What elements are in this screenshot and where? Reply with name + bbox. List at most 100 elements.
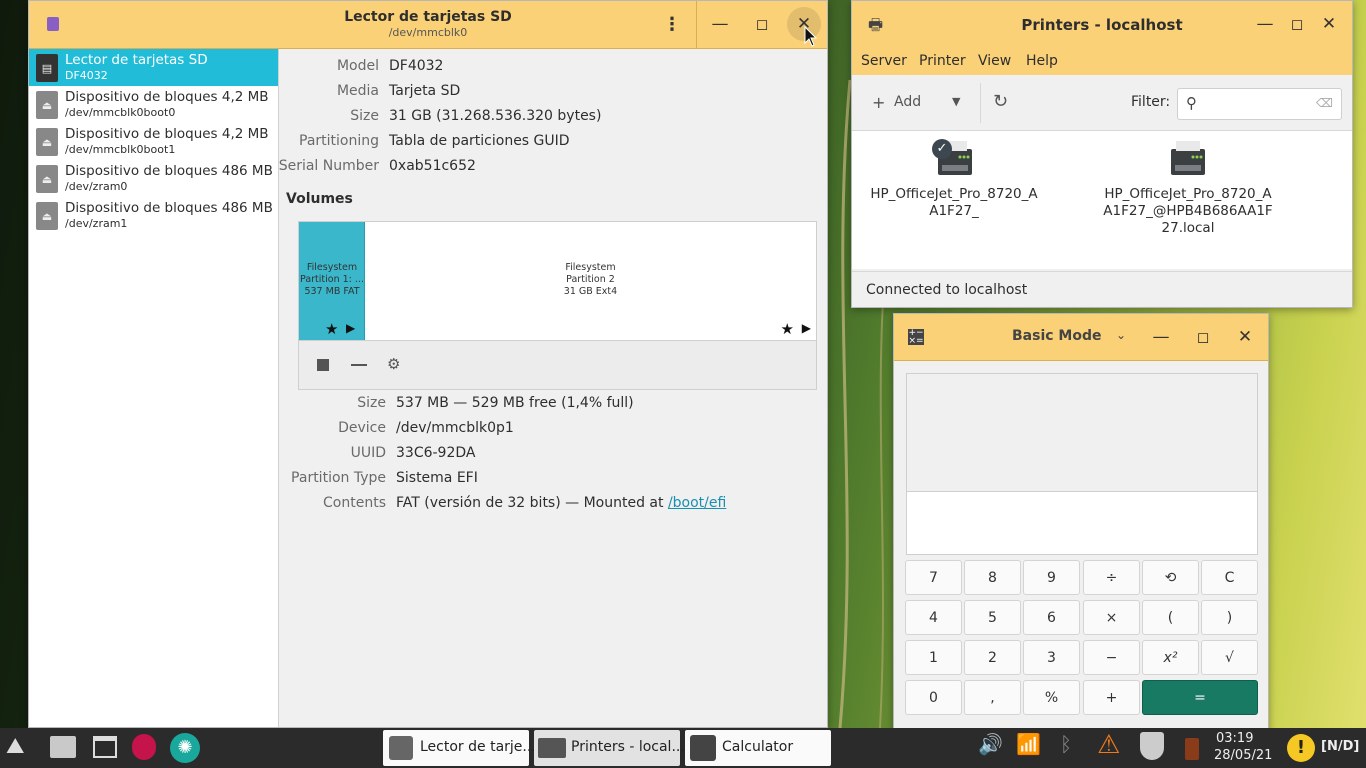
filter-input[interactable]: ⚲ ⌫ (1177, 88, 1342, 120)
refresh-icon[interactable]: ↻ (993, 91, 1008, 112)
undo-icon[interactable]: ⟲ (1142, 560, 1199, 595)
mode-selector[interactable]: Basic Mode ⌄ (1012, 328, 1132, 348)
disk-item-name: Dispositivo de bloques 486 MB (65, 200, 273, 216)
partition-1-l1: Filesystem (306, 262, 358, 273)
key-0[interactable]: 0 (905, 680, 962, 715)
alert-icon[interactable]: ! (1287, 734, 1315, 762)
key-1[interactable]: 1 (905, 640, 962, 675)
partition-2-l3: 31 GB Ext4 (563, 286, 618, 297)
menu-launcher-icon[interactable]: ⛰ (6, 734, 24, 759)
menu-printer[interactable]: Printer (919, 53, 966, 69)
key-close-paren[interactable]: ) (1201, 600, 1258, 635)
task-printers[interactable]: Printers - local... (534, 730, 685, 766)
maximize-button[interactable]: ◻ (1186, 314, 1220, 360)
printers-window: 🖶 Printers - localhost — ◻ ✕ Server Prin… (851, 0, 1353, 308)
key-square[interactable]: x² (1142, 640, 1199, 675)
key-percent[interactable]: % (1023, 680, 1080, 715)
key-7[interactable]: 7 (905, 560, 962, 595)
key-subtract[interactable]: − (1083, 640, 1140, 675)
close-button[interactable]: ✕ (787, 7, 821, 41)
key-add[interactable]: + (1083, 680, 1140, 715)
minimize-button[interactable]: — (703, 1, 737, 47)
gears-icon[interactable]: ⚙ (387, 355, 400, 373)
clear-icon[interactable]: ⌫ (1316, 96, 1333, 110)
volume-icon[interactable]: 🔊 (978, 732, 1003, 756)
key-sqrt[interactable]: √ (1201, 640, 1258, 675)
remove-icon[interactable] (351, 364, 367, 366)
key-2[interactable]: 2 (964, 640, 1021, 675)
aperture-icon[interactable]: ✺ (170, 733, 200, 763)
disk-item-sd-reader[interactable]: ▤ Lector de tarjetas SD DF4032 (29, 49, 278, 86)
keyboard-layout[interactable]: [N/D] (1321, 739, 1359, 754)
menu-server[interactable]: Server (861, 53, 907, 69)
key-3[interactable]: 3 (1023, 640, 1080, 675)
close-button[interactable]: ✕ (1312, 1, 1346, 47)
key-multiply[interactable]: × (1083, 600, 1140, 635)
menu-kebab-icon[interactable]: ⋮ (655, 1, 689, 47)
key-clear[interactable]: C (1201, 560, 1258, 595)
menu-view[interactable]: View (978, 53, 1011, 69)
vprop-value: 33C6-92DA (396, 445, 476, 461)
disk-item-boot0[interactable]: ⏏ Dispositivo de bloques 4,2 MB /dev/mmc… (29, 86, 278, 123)
task-calculator[interactable]: Calculator (685, 730, 831, 766)
partition-1-block[interactable]: Filesystem Partition 1: ... 537 MB FAT ★… (299, 222, 365, 340)
play-icon: ▶ (346, 321, 356, 335)
disk-item-name: Dispositivo de bloques 486 MB (65, 163, 273, 179)
key-5[interactable]: 5 (964, 600, 1021, 635)
disk-item-sub: /dev/mmcblk0boot0 (65, 106, 176, 119)
expression-input[interactable] (907, 491, 1257, 554)
shield-icon[interactable] (1140, 732, 1164, 760)
plus-icon: + (872, 93, 886, 112)
eject-icon: ⏏ (36, 165, 58, 193)
disk-item-zram0[interactable]: ⏏ Dispositivo de bloques 486 MB /dev/zra… (29, 160, 278, 197)
printers-menubar: Server Printer View Help (852, 49, 1352, 75)
key-4[interactable]: 4 (905, 600, 962, 635)
stop-icon[interactable] (317, 359, 329, 371)
prop-value: 31 GB (31.268.536.320 bytes) (389, 108, 602, 124)
play-icon: ▶ (801, 321, 811, 335)
minimize-button[interactable]: — (1248, 1, 1282, 47)
battery-icon[interactable] (1185, 738, 1199, 760)
menu-help[interactable]: Help (1026, 53, 1058, 69)
key-8[interactable]: 8 (964, 560, 1021, 595)
vprop-value: Sistema EFI (396, 470, 478, 486)
task-disks[interactable]: Lector de tarje... (383, 730, 536, 766)
key-decimal[interactable]: , (964, 680, 1021, 715)
vprop-value: FAT (versión de 32 bits) — Mounted at /b… (396, 495, 726, 511)
close-button[interactable]: ✕ (1228, 314, 1262, 360)
maximize-button[interactable]: ◻ (745, 1, 779, 47)
calc-titlebar: +− ×= Basic Mode ⌄ — ◻ ✕ (894, 314, 1268, 361)
clock-time[interactable]: 03:19 (1216, 731, 1253, 746)
warning-icon[interactable]: ⚠ (1097, 730, 1120, 760)
add-button[interactable]: + Add ▼ (864, 89, 976, 117)
disk-item-boot1[interactable]: ⏏ Dispositivo de bloques 4,2 MB /dev/mmc… (29, 123, 278, 160)
taskbar: ⛰ ✺ Lector de tarje... Printers - local.… (0, 728, 1366, 768)
terminal-icon[interactable] (93, 736, 117, 758)
task-label: Printers - local... (571, 739, 685, 755)
volume-map: Filesystem Partition 1: ... 537 MB FAT ★… (298, 221, 817, 390)
disks-window: Lector de tarjetas SD /dev/mmcblk0 ⋮ — ◻… (28, 0, 828, 728)
partition-1-l3: 537 MB FAT (304, 286, 360, 297)
disk-item-name: Dispositivo de bloques 4,2 MB (65, 126, 269, 142)
bluetooth-icon[interactable]: ᛒ (1060, 732, 1072, 756)
clock-date[interactable]: 28/05/21 (1214, 748, 1272, 763)
printer-icon (538, 738, 566, 758)
eject-icon: ⏏ (36, 128, 58, 156)
partition-2-block[interactable]: Filesystem Partition 2 31 GB Ext4 ★ ▶ (365, 222, 816, 340)
chevron-down-icon[interactable]: ▼ (952, 95, 960, 108)
minimize-button[interactable]: — (1144, 314, 1178, 360)
mount-point-link[interactable]: /boot/efi (668, 495, 726, 511)
key-9[interactable]: 9 (1023, 560, 1080, 595)
disk-item-zram1[interactable]: ⏏ Dispositivo de bloques 486 MB /dev/zra… (29, 197, 278, 234)
disk-item-sub: DF4032 (65, 69, 108, 82)
star-icon: ★ (325, 320, 339, 338)
key-6[interactable]: 6 (1023, 600, 1080, 635)
key-divide[interactable]: ÷ (1083, 560, 1140, 595)
raspberry-icon[interactable] (132, 734, 156, 760)
maximize-button[interactable]: ◻ (1280, 1, 1314, 47)
key-equals[interactable]: = (1142, 680, 1258, 715)
key-open-paren[interactable]: ( (1142, 600, 1199, 635)
file-manager-icon[interactable] (50, 736, 76, 758)
default-check-icon: ✓ (932, 139, 952, 159)
wifi-disconnected-icon[interactable]: 📶 (1016, 732, 1041, 756)
